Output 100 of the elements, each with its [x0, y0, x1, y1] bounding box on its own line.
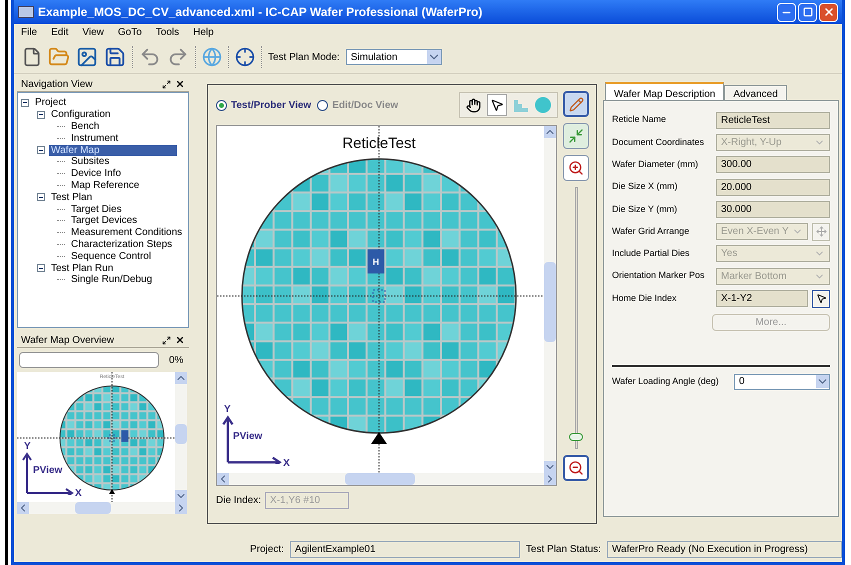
zoom-in-button[interactable]: [563, 155, 589, 181]
collapse-icon[interactable]: [37, 146, 45, 154]
field-label: Home Die Index: [612, 292, 678, 305]
view-radio[interactable]: Test/Prober View: [216, 98, 312, 112]
horizontal-scrollbar[interactable]: [17, 502, 187, 514]
vertical-scrollbar[interactable]: [544, 126, 556, 473]
arrows-icon: [816, 226, 826, 238]
home-die: H: [368, 249, 384, 274]
scroll-left-icon[interactable]: [17, 502, 29, 514]
field-label: Include Partial Dies: [612, 247, 691, 260]
menu-item[interactable]: GoTo: [118, 25, 142, 40]
scroll-thumb[interactable]: [544, 262, 556, 342]
tree-item[interactable]: Test Plan Run: [49, 262, 116, 274]
input-field[interactable]: 300.00: [716, 156, 830, 174]
minimize-button[interactable]: [777, 2, 796, 22]
field-label: Wafer Diameter (mm): [612, 158, 700, 171]
tree-item[interactable]: Sequence Control: [69, 250, 154, 262]
progress-text: 0%: [169, 354, 184, 368]
tree-item[interactable]: Instrument: [69, 132, 120, 144]
panel-title: Navigation View: [21, 78, 94, 92]
tree-item[interactable]: Target Dies: [69, 204, 124, 215]
undo-icon[interactable]: [139, 46, 161, 68]
vertical-scrollbar[interactable]: [175, 372, 187, 502]
map-title: ReticleTest: [342, 135, 416, 152]
scroll-down-icon[interactable]: [544, 461, 556, 473]
status-field: WaferPro Ready (No Execution in Progress): [606, 540, 842, 558]
axis-y-label: Y: [224, 404, 231, 415]
menu-item[interactable]: File: [21, 25, 38, 40]
save-icon[interactable]: [104, 46, 126, 68]
scroll-right-icon[interactable]: [544, 473, 556, 485]
grid-button[interactable]: [812, 222, 830, 241]
close-button[interactable]: [819, 2, 838, 22]
horizontal-scrollbar[interactable]: [217, 473, 556, 485]
scroll-down-icon[interactable]: [175, 490, 187, 502]
tree-item[interactable]: Test Plan: [49, 192, 94, 203]
dropdown-icon[interactable]: [816, 375, 829, 388]
input-field[interactable]: 30.000: [716, 200, 830, 218]
input-field[interactable]: 20.000: [716, 178, 830, 196]
tree-item[interactable]: Configuration: [49, 109, 112, 120]
menu-item[interactable]: Tools: [156, 25, 180, 40]
field-label: Document Coordinates: [612, 136, 706, 149]
collapse-icon[interactable]: [37, 193, 45, 202]
folder-icon[interactable]: [48, 46, 70, 68]
tree-item[interactable]: Device Info: [69, 168, 124, 180]
scroll-thumb[interactable]: [345, 473, 415, 485]
input-field[interactable]: ReticleTest: [716, 112, 830, 129]
image-icon[interactable]: [76, 46, 98, 68]
scroll-thumb[interactable]: [75, 502, 111, 514]
tab[interactable]: Advanced: [724, 85, 787, 100]
fit-button[interactable]: [563, 123, 589, 149]
status-label: Project:: [250, 542, 284, 556]
collapse-icon[interactable]: [37, 110, 45, 119]
dropdown-icon[interactable]: [426, 50, 441, 64]
collapse-icon[interactable]: [21, 98, 29, 107]
zoom-slider[interactable]: [569, 187, 583, 449]
tree-item[interactable]: Subsites: [69, 156, 112, 168]
edit-button[interactable]: [563, 91, 589, 117]
mode-label: Test Plan Mode:: [268, 50, 340, 64]
scroll-left-icon[interactable]: [217, 473, 229, 485]
pick-die-button[interactable]: [812, 290, 830, 308]
menu-item[interactable]: Edit: [51, 25, 68, 40]
tree-item[interactable]: Project: [33, 97, 68, 108]
scroll-up-icon[interactable]: [175, 372, 187, 384]
tree-item[interactable]: Measurement Conditions: [69, 227, 184, 238]
tree-item[interactable]: Bench: [69, 120, 102, 132]
status-field: AgilentExample01: [290, 540, 520, 558]
redo-icon[interactable]: [167, 46, 189, 68]
zoom-out-button[interactable]: [563, 455, 589, 481]
tab[interactable]: Wafer Map Description: [605, 82, 724, 100]
axis-label: PView: [233, 432, 262, 442]
panel-title: Wafer Map Overview: [21, 334, 115, 348]
scroll-up-icon[interactable]: [544, 126, 556, 138]
tree-item[interactable]: Target Devices: [69, 215, 140, 226]
close-icon[interactable]: [175, 79, 185, 89]
new-file-icon[interactable]: [22, 46, 42, 68]
float-icon[interactable]: [162, 336, 171, 344]
tree-item[interactable]: Characterization Steps: [69, 238, 174, 250]
maximize-button[interactable]: [798, 2, 817, 22]
crosshair-icon[interactable]: [235, 47, 255, 67]
tree-item[interactable]: Map Reference: [69, 180, 142, 191]
mode-select[interactable]: Simulation: [346, 49, 442, 65]
close-icon[interactable]: [175, 335, 185, 345]
menu-item[interactable]: Help: [193, 25, 214, 40]
collapse-icon[interactable]: [37, 264, 45, 272]
center-marker: [372, 290, 386, 302]
window-title: Example_MOS_DC_CV_advanced.xml - IC-CAP Wafer Professional (WaferPro): [38, 4, 484, 21]
tree-item[interactable]: Wafer Map: [49, 144, 177, 156]
center-marker: [108, 434, 116, 442]
scroll-right-icon[interactable]: [175, 502, 187, 514]
slider-thumb[interactable]: [569, 433, 583, 442]
tree-item[interactable]: Single Run/Debug: [69, 274, 154, 286]
float-icon[interactable]: [162, 80, 171, 88]
globe-icon[interactable]: [202, 47, 222, 67]
input-field[interactable]: X-1-Y2: [716, 290, 808, 308]
menu-item[interactable]: View: [82, 25, 104, 40]
maximize-icon: [802, 7, 812, 17]
pointer-tool-button[interactable]: [487, 94, 507, 116]
scroll-thumb[interactable]: [175, 424, 187, 444]
angle-select[interactable]: 0: [734, 374, 830, 390]
hand-icon[interactable]: [466, 98, 481, 112]
